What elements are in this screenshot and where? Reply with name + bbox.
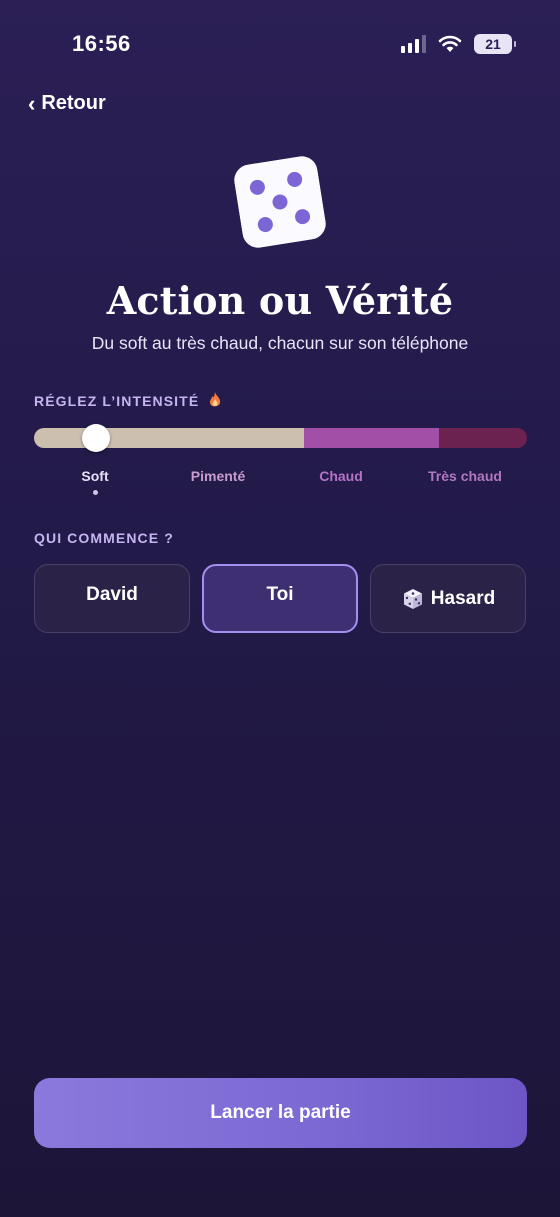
intensity-segment-soft: [34, 428, 304, 448]
dice-icon: [234, 156, 326, 248]
intensity-label-text: RÉGLEZ L’INTENSITÉ: [34, 393, 200, 409]
game-die-icon: [403, 588, 422, 609]
wifi-icon: [438, 35, 462, 52]
starter-option-label: David: [86, 583, 138, 605]
status-time: 16:56: [72, 31, 131, 56]
back-button[interactable]: ‹ Retour: [28, 92, 106, 115]
starter-option-label: Hasard: [430, 587, 496, 609]
page-title: Action ou Vérité: [106, 278, 454, 323]
selected-level-indicator: [93, 490, 98, 495]
starter-option-hasard[interactable]: Hasard: [370, 564, 526, 633]
battery-level: 21: [485, 36, 501, 52]
intensity-slider-thumb[interactable]: [82, 424, 110, 452]
cellular-signal-icon: [401, 35, 426, 53]
page-subtitle: Du soft au très chaud, chacun sur son té…: [91, 333, 469, 353]
intensity-level-tres-chaud[interactable]: Très chaud: [405, 468, 525, 484]
starter-option-label: Toi: [266, 583, 294, 605]
starter-option-david[interactable]: David: [34, 564, 190, 633]
status-icons: 21: [401, 34, 516, 54]
intensity-section-label: RÉGLEZ L’INTENSITÉ: [34, 392, 222, 409]
chevron-left-icon: ‹: [28, 90, 36, 116]
back-label: Retour: [41, 92, 106, 114]
battery-icon: 21: [474, 34, 516, 54]
start-game-button[interactable]: Lancer la partie: [34, 1078, 527, 1148]
start-game-label: Lancer la partie: [210, 1102, 351, 1123]
starter-option-toi[interactable]: Toi: [202, 564, 358, 633]
intensity-level-chaud[interactable]: Chaud: [281, 468, 401, 484]
intensity-segment-chaud: [304, 428, 439, 448]
fire-icon: [210, 392, 221, 407]
intensity-segment-tres-chaud: [439, 428, 527, 448]
intensity-level-pimente[interactable]: Pimenté: [158, 468, 278, 484]
starter-section-label: QUI COMMENCE ?: [34, 530, 174, 546]
intensity-level-soft[interactable]: Soft: [35, 468, 155, 484]
status-bar: 16:56 21: [0, 0, 560, 90]
